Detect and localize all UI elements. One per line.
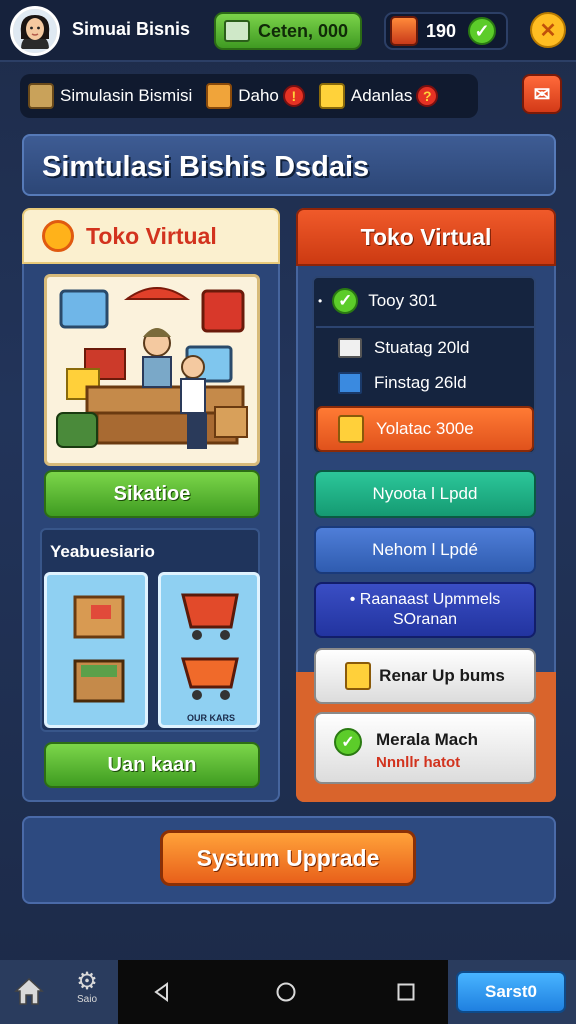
coin-sack-icon bbox=[338, 415, 364, 443]
shopkeepers-illustration-icon bbox=[56, 287, 248, 449]
primary-action-button[interactable]: Sikatioe bbox=[44, 470, 260, 518]
subnav-label: Simulasin Bismisi bbox=[60, 86, 193, 105]
recents-button[interactable] bbox=[390, 976, 422, 1008]
home-button[interactable] bbox=[10, 972, 48, 1010]
stats-row-label: Tooy 301 bbox=[368, 291, 438, 310]
secondary-action-button[interactable]: Uan kaan bbox=[44, 742, 260, 788]
check-icon[interactable]: ✓ bbox=[468, 17, 497, 45]
status-card-title: Merala Mach bbox=[376, 730, 479, 749]
stats-row-finstag[interactable]: Finstag 26ld bbox=[338, 372, 467, 394]
gem-counter[interactable]: 190 ✓ bbox=[384, 12, 508, 50]
shop-icon bbox=[206, 83, 233, 109]
right-panel-header: Toko Virtual bbox=[296, 208, 556, 266]
stats-row-stuatag[interactable]: Stuatag 20ld bbox=[338, 338, 469, 358]
subnav-label: Daho bbox=[238, 86, 279, 105]
box-icon bbox=[28, 83, 54, 109]
calendar-icon bbox=[338, 372, 362, 394]
stats-row-tooy[interactable]: • ✓ Tooy 301 bbox=[318, 288, 437, 314]
coin-bag-icon bbox=[345, 662, 372, 690]
page-title: Simtulasi Bishis Dsdais bbox=[42, 151, 370, 183]
sun-emblem-icon bbox=[42, 220, 74, 252]
cash-label: Ceten, 000 bbox=[258, 20, 349, 41]
right-button-4-label: Renar Up bums bbox=[379, 666, 505, 685]
avatar-portrait-icon bbox=[13, 9, 57, 53]
stats-row-yolatac[interactable]: Yolatac 300e bbox=[316, 406, 534, 452]
divider bbox=[316, 326, 534, 328]
home-circle-icon bbox=[276, 982, 296, 1002]
gear-icon: ⚙ bbox=[76, 968, 98, 995]
back-button[interactable] bbox=[146, 976, 178, 1008]
back-triangle-icon bbox=[154, 982, 168, 1002]
mail-button[interactable]: ✉ bbox=[522, 74, 562, 114]
subnav-label: Adanlas bbox=[350, 86, 413, 105]
stats-row-label: Stuatag 20ld bbox=[374, 338, 470, 357]
right-button-4[interactable]: Renar Up bums bbox=[314, 648, 536, 704]
inventory-tile-boxes[interactable] bbox=[44, 572, 148, 728]
page-title-banner: Simtulasi Bishis Dsdais bbox=[22, 134, 556, 196]
app-title: Simuai Bisnis bbox=[72, 19, 191, 39]
left-panel-title: Toko Virtual bbox=[86, 222, 217, 249]
settings-button[interactable]: ⚙ Saio bbox=[68, 970, 106, 1014]
subnav-item-simulation[interactable]: Simulasin Bismisi bbox=[28, 83, 192, 109]
cash-register-icon bbox=[224, 20, 250, 42]
check-circle-icon: ✓ bbox=[332, 288, 359, 314]
home-circle-button[interactable] bbox=[270, 976, 302, 1008]
recents-square-icon bbox=[397, 983, 415, 1001]
sub-navigation: Simulasin Bismisi Daho ! Adanlas ? bbox=[20, 74, 478, 118]
system-upgrade-button[interactable]: Systum Upprade bbox=[160, 830, 416, 886]
left-panel-header: Toko Virtual bbox=[22, 208, 280, 264]
settings-caption: Saio bbox=[76, 994, 97, 1005]
player-avatar[interactable] bbox=[10, 6, 60, 56]
start-button[interactable]: Sarst0 bbox=[456, 971, 566, 1013]
inventory-tile-carts[interactable]: OUR KARS bbox=[158, 572, 260, 728]
tile-caption: OUR KARS bbox=[187, 713, 236, 723]
mail-icon: ✉ bbox=[533, 83, 551, 106]
close-button[interactable]: ✕ bbox=[530, 12, 566, 48]
right-button-2[interactable]: Nehom l Lpdé bbox=[314, 526, 536, 574]
subnav-item-adanlas[interactable]: Adanlas ? bbox=[318, 83, 439, 109]
stats-row-label: Yolatac 300e bbox=[376, 419, 474, 438]
stats-row-label: Finstag 26ld bbox=[374, 373, 467, 392]
subnav-item-daho[interactable]: Daho ! bbox=[206, 83, 305, 109]
status-card[interactable]: ✓ Merala Mach Nnnllr hatot bbox=[314, 712, 536, 784]
inventory-section-title: Yeabuesiario bbox=[50, 542, 155, 561]
shopping-cart-icon bbox=[181, 593, 239, 700]
gem-value: 190 bbox=[426, 20, 457, 41]
status-card-subtitle: Nnnllr hatot bbox=[376, 754, 461, 771]
alert-badge: ! bbox=[282, 85, 305, 107]
check-circle-icon: ✓ bbox=[334, 728, 362, 756]
right-button-1[interactable]: Nyoota l Lpdd bbox=[314, 470, 536, 518]
arrow-marker: • bbox=[318, 294, 323, 308]
home-icon bbox=[14, 977, 44, 1005]
card-icon bbox=[338, 338, 362, 358]
briefcase-icon bbox=[390, 16, 418, 46]
task-check-icon bbox=[318, 83, 345, 109]
help-badge: ? bbox=[416, 85, 439, 107]
cash-counter[interactable]: Ceten, 000 bbox=[214, 12, 362, 50]
cardboard-box-icon bbox=[73, 595, 125, 703]
shop-scene-illustration bbox=[44, 274, 260, 466]
right-button-3[interactable]: • Raanaast Upmmels SOranan bbox=[314, 582, 536, 638]
